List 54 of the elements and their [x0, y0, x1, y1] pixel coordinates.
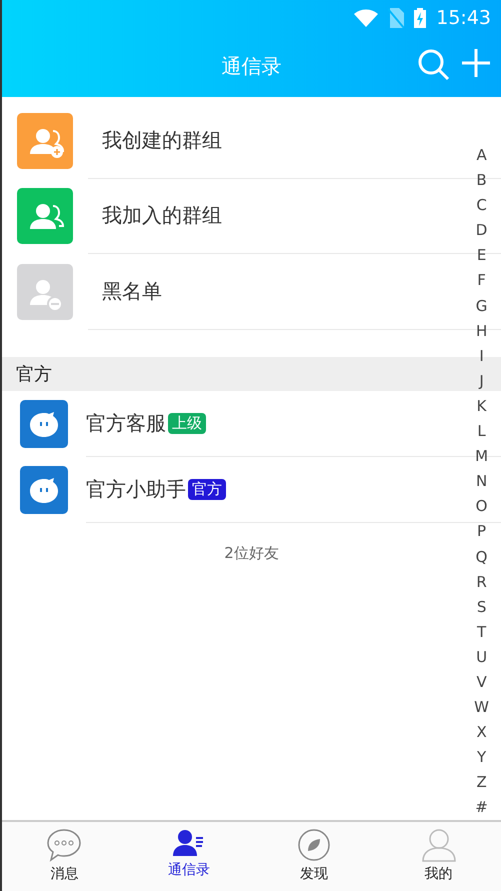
wifi-icon [354, 9, 378, 27]
page-title: 通信录 [222, 53, 282, 80]
index-letter[interactable]: D [476, 218, 488, 244]
person-minus-icon [17, 264, 73, 320]
index-letter[interactable]: S [476, 594, 486, 620]
group-label: 我创建的群组 [102, 126, 222, 154]
index-letter[interactable]: F [477, 268, 486, 294]
index-letter[interactable]: U [476, 644, 488, 670]
no-sim-icon [388, 8, 404, 28]
index-letter[interactable]: E [476, 243, 486, 268]
index-letter[interactable]: T [476, 620, 486, 645]
nav-tab[interactable]: 消息 [2, 822, 127, 891]
index-letter[interactable]: V [476, 670, 487, 696]
person-icon [420, 828, 457, 862]
section-title: 官方 [16, 362, 52, 386]
chat-bubble-icon [46, 828, 82, 862]
nav-tab[interactable]: 发现 [252, 822, 376, 891]
index-letter[interactable]: G [476, 294, 488, 319]
index-letter[interactable]: R [476, 570, 487, 595]
index-letter[interactable]: P [477, 519, 486, 544]
people-icon [17, 188, 73, 244]
index-letter[interactable]: M [475, 444, 488, 470]
people-plus-icon [17, 112, 73, 169]
status-time: 15:43 [436, 7, 491, 29]
index-letter[interactable]: W [474, 695, 489, 720]
nav-tab[interactable]: 我的 [376, 822, 501, 891]
index-letter[interactable]: C [476, 193, 487, 218]
index-letter[interactable]: O [476, 494, 488, 520]
index-letter[interactable]: # [475, 795, 488, 821]
index-letter[interactable]: Y [476, 745, 486, 770]
index-letter[interactable]: I [479, 344, 484, 369]
index-letter[interactable]: Z [476, 770, 487, 796]
index-letter[interactable]: K [476, 394, 486, 420]
contact-name: 官方小助手 [86, 476, 186, 502]
search-button[interactable] [417, 48, 451, 82]
chat-bot-icon [20, 466, 68, 514]
compass-icon [296, 828, 331, 862]
index-letter[interactable]: N [476, 469, 488, 494]
index-letter[interactable]: A [476, 143, 487, 168]
group-label: 我加入的群组 [102, 202, 222, 230]
friend-count: 2位好友 [224, 544, 279, 562]
contact-name: 官方客服 [86, 410, 166, 436]
index-letter[interactable]: L [477, 419, 486, 444]
contact-tag: 上级 [168, 412, 206, 434]
nav-tab[interactable]: 通信录 [126, 822, 252, 891]
chat-bot-icon [20, 400, 68, 448]
index-letter[interactable]: B [476, 168, 487, 194]
index-letter[interactable]: H [476, 318, 488, 344]
index-letter[interactable]: J [479, 368, 484, 394]
contact-tag: 官方 [188, 478, 226, 500]
group-label: 黑名单 [102, 278, 162, 305]
index-letter[interactable]: X [476, 720, 487, 746]
battery-charging-icon [414, 8, 426, 28]
index-letter[interactable]: Q [476, 544, 488, 570]
